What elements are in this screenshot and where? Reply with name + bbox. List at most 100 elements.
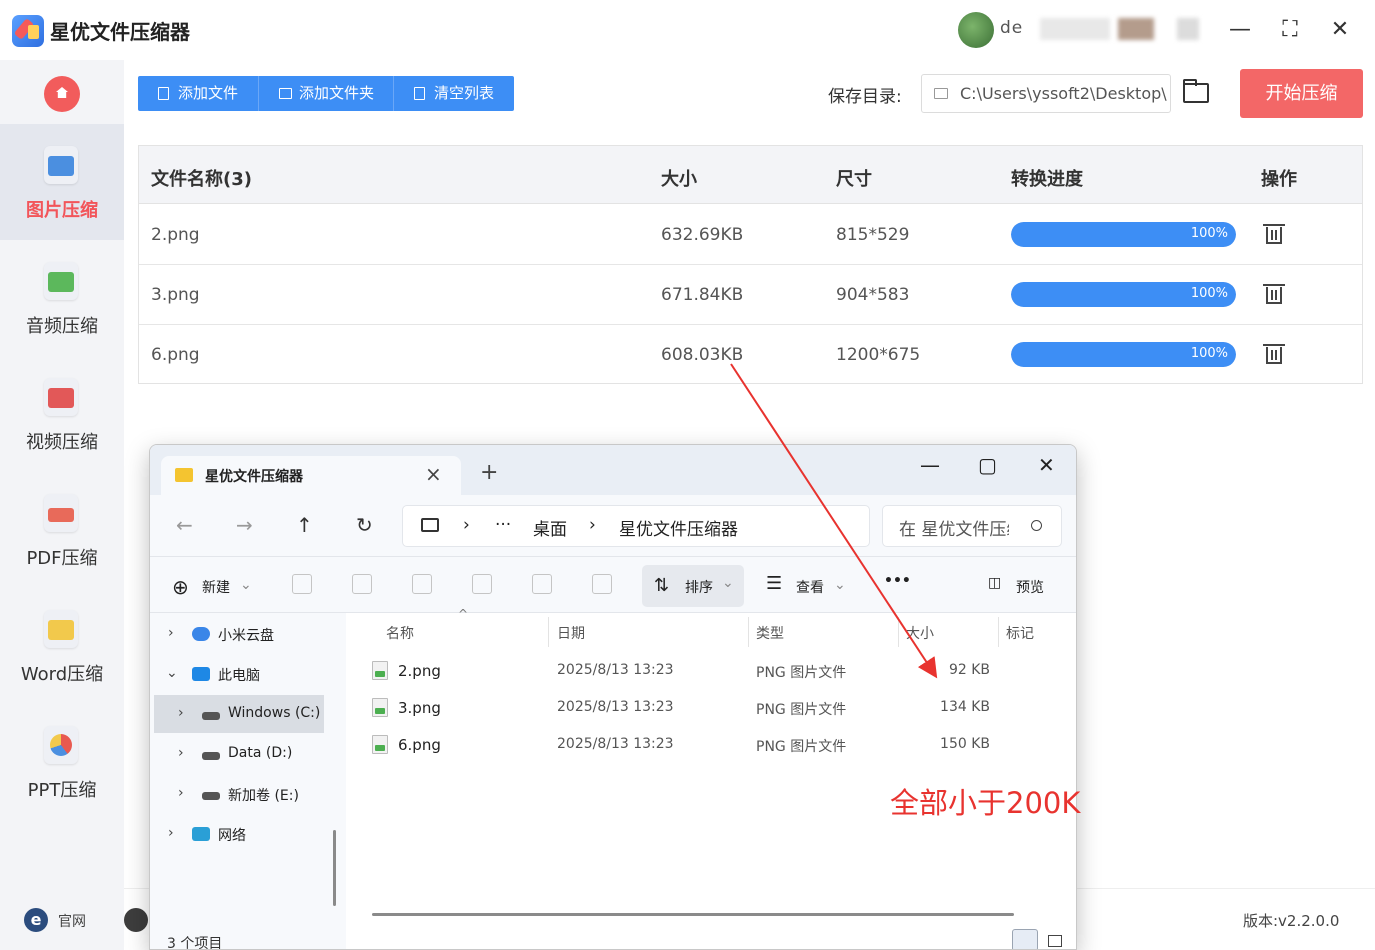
user-avatar[interactable]	[958, 12, 994, 48]
chevron-right-icon[interactable]: ›	[168, 825, 174, 841]
clear-list-button[interactable]: 清空列表	[394, 76, 514, 111]
chevron-right-icon: ›	[463, 515, 470, 535]
column-divider[interactable]	[748, 617, 749, 647]
tiles-view-icon[interactable]	[1048, 935, 1062, 947]
sidebar-item-pdf[interactable]: PDF压缩	[0, 472, 124, 588]
sidebar-item-ppt[interactable]: PPT压缩	[0, 704, 124, 820]
home-icon[interactable]	[44, 76, 80, 112]
file-row[interactable]: 2.png 2025/8/13 13:23 PNG 图片文件 92 KB	[346, 652, 1076, 689]
maximize-icon[interactable]: ⛶	[1272, 14, 1308, 46]
paste-icon[interactable]	[412, 574, 432, 594]
file-name: 6.png	[398, 736, 441, 754]
new-tab-icon[interactable]: +	[480, 460, 498, 485]
copy-icon[interactable]	[352, 574, 372, 594]
add-file-button[interactable]: 添加文件	[138, 76, 259, 111]
refresh-icon[interactable]: ↻	[356, 513, 373, 537]
explorer-tab[interactable]: 星优文件压缩器 ×	[161, 456, 461, 495]
maximize-icon[interactable]: ▢	[978, 453, 997, 477]
col-header-type[interactable]: 类型	[756, 623, 784, 643]
column-divider[interactable]	[898, 617, 899, 647]
png-file-icon	[372, 661, 388, 680]
sidebar-item-video[interactable]: 视频压缩	[0, 356, 124, 472]
blurred-username	[1118, 18, 1154, 40]
tree-item-label: 小米云盘	[218, 628, 274, 644]
start-compress-button[interactable]: 开始压缩	[1240, 69, 1363, 118]
view-button[interactable]: 查看	[796, 577, 824, 597]
website-icon[interactable]: e	[24, 908, 48, 932]
table-row[interactable]: 2.png 632.69KB 815*529 100%	[139, 205, 1362, 265]
close-icon[interactable]: ✕	[1038, 453, 1055, 477]
delete-icon[interactable]	[592, 574, 612, 594]
cell-name: 2.png	[151, 225, 200, 245]
close-icon[interactable]: ✕	[1322, 14, 1358, 46]
sort-button[interactable]: ⇅ 排序 ⌄	[642, 565, 744, 607]
delete-icon[interactable]	[1263, 222, 1285, 244]
col-size: 大小	[661, 169, 697, 190]
close-tab-icon[interactable]: ×	[425, 462, 442, 486]
rename-icon[interactable]	[472, 574, 492, 594]
new-button[interactable]: 新建	[202, 577, 230, 597]
address-bar[interactable]: › ··· 桌面 › 星优文件压缩器	[402, 505, 870, 547]
sidebar-item-image[interactable]: 图片压缩	[0, 124, 124, 240]
user-name: de	[1000, 18, 1024, 38]
table-row[interactable]: 3.png 671.84KB 904*583 100%	[139, 265, 1362, 325]
minimize-icon[interactable]: —	[920, 453, 940, 477]
share-icon[interactable]	[532, 574, 552, 594]
chat-icon[interactable]	[124, 908, 148, 932]
table-row[interactable]: 6.png 608.03KB 1200*675 100%	[139, 325, 1362, 385]
tree-item-drive-e[interactable]: › 新加卷 (E:)	[150, 775, 327, 813]
tree-item-this-pc[interactable]: ⌄ 此电脑	[150, 655, 327, 693]
column-divider[interactable]	[998, 617, 999, 647]
chevron-right-icon[interactable]: ›	[168, 625, 174, 641]
details-view-icon[interactable]	[1012, 929, 1038, 949]
delete-icon[interactable]	[1263, 342, 1285, 364]
col-header-name[interactable]: 名称	[386, 623, 414, 643]
tree-item-xiaomi-cloud[interactable]: › 小米云盘	[150, 615, 327, 653]
website-link[interactable]: 官网	[58, 911, 86, 931]
chevron-down-icon[interactable]: ⌄	[166, 665, 178, 681]
minimize-icon[interactable]: —	[1222, 14, 1258, 46]
cell-size: 671.84KB	[661, 285, 744, 305]
breadcrumb-item[interactable]: 桌面	[533, 515, 567, 540]
tree-item-network[interactable]: › 网络	[150, 815, 327, 853]
nav-scrollbar[interactable]	[333, 830, 336, 906]
sidebar-item-label: 音频压缩	[26, 316, 98, 337]
search-input[interactable]: 在 星优文件压缩器 中搜索	[882, 505, 1062, 547]
chevron-right-icon[interactable]: ›	[178, 705, 184, 721]
horizontal-scrollbar[interactable]	[372, 913, 1014, 916]
file-date: 2025/8/13 13:23	[557, 699, 674, 715]
cell-dimension: 815*529	[836, 225, 910, 245]
sidebar-item-audio[interactable]: 音频压缩	[0, 240, 124, 356]
file-date: 2025/8/13 13:23	[557, 736, 674, 752]
breadcrumb-item[interactable]: 星优文件压缩器	[619, 515, 738, 540]
column-divider[interactable]	[548, 617, 549, 647]
cut-icon[interactable]	[292, 574, 312, 594]
file-row[interactable]: 3.png 2025/8/13 13:23 PNG 图片文件 134 KB	[346, 689, 1076, 726]
col-header-tag[interactable]: 标记	[1006, 623, 1034, 643]
app-title: 星优文件压缩器	[50, 20, 190, 44]
sidebar-item-word[interactable]: Word压缩	[0, 588, 124, 704]
back-icon[interactable]: ←	[176, 513, 193, 537]
col-header-date[interactable]: 日期	[557, 623, 585, 643]
file-row[interactable]: 6.png 2025/8/13 13:23 PNG 图片文件 150 KB	[346, 726, 1076, 763]
computer-icon	[421, 518, 439, 532]
up-icon[interactable]: ↑	[296, 513, 313, 537]
sidebar-item-label: PPT压缩	[27, 780, 97, 801]
more-icon[interactable]: ···	[495, 515, 511, 535]
file-name: 2.png	[398, 662, 441, 680]
browse-folder-icon[interactable]	[1183, 79, 1209, 103]
video-icon	[44, 378, 78, 416]
col-header-size[interactable]: 大小	[906, 623, 934, 643]
add-icon[interactable]: ⊕	[172, 575, 189, 599]
more-options-button[interactable]: •••	[884, 573, 911, 589]
forward-icon[interactable]: →	[236, 513, 253, 537]
add-folder-button[interactable]: 添加文件夹	[259, 76, 394, 111]
chevron-right-icon[interactable]: ›	[178, 745, 184, 761]
save-path-field[interactable]: C:\Users\yssoft2\Desktop\	[921, 74, 1171, 113]
delete-icon[interactable]	[1263, 282, 1285, 304]
preview-button[interactable]: 预览	[1016, 577, 1044, 597]
tree-item-drive-c[interactable]: › Windows (C:)	[154, 695, 324, 733]
chevron-right-icon[interactable]: ›	[178, 785, 184, 801]
tree-item-drive-d[interactable]: › Data (D:)	[150, 735, 327, 773]
annotation-text: 全部小于200K	[890, 786, 1081, 820]
